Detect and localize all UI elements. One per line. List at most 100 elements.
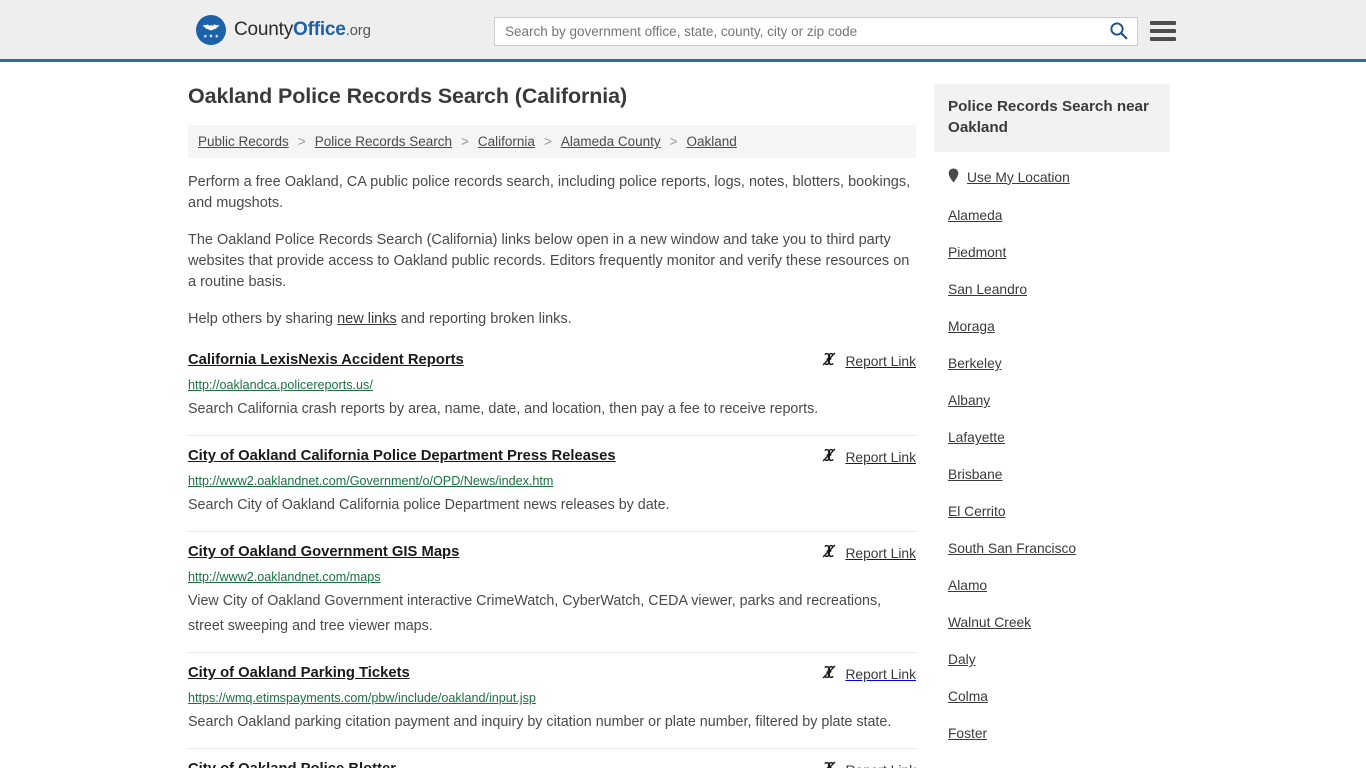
sidebar-item-piedmont[interactable]: Piedmont <box>948 234 1156 271</box>
sidebar-link-alameda[interactable]: Alameda <box>948 208 1002 223</box>
sidebar: Police Records Search near Oakland Use M… <box>934 84 1170 752</box>
search-button[interactable] <box>1099 18 1137 45</box>
sidebar-link-berkeley[interactable]: Berkeley <box>948 356 1002 371</box>
sidebar-link-brisbane[interactable]: Brisbane <box>948 467 1002 482</box>
brand-part-county: County <box>234 18 294 40</box>
result-url[interactable]: https://wmq.etimspayments.com/pbw/includ… <box>188 690 916 707</box>
result-item: City of Oakland Police Blotter <box>188 749 916 768</box>
sidebar-link-el-cerrito[interactable]: El Cerrito <box>948 504 1006 519</box>
sidebar-link-walnut-creek[interactable]: Walnut Creek <box>948 615 1031 630</box>
sidebar-link-daly[interactable]: Daly <box>948 652 976 667</box>
report-link-label: Report Link <box>845 763 916 768</box>
result-item: California LexisNexis Accident Reports R… <box>188 346 916 436</box>
broken-link-icon <box>821 351 837 372</box>
results-list: California LexisNexis Accident Reports R… <box>188 346 916 768</box>
sidebar-item-south-san-francisco[interactable]: South San Francisco <box>948 530 1156 567</box>
broken-link-icon <box>821 543 837 564</box>
sidebar-link-colma[interactable]: Colma <box>948 689 988 704</box>
result-title-link[interactable]: City of Oakland Government GIS Maps <box>188 542 459 562</box>
hamburger-menu-icon[interactable] <box>1150 19 1176 43</box>
result-title-link[interactable]: City of Oakland Police Blotter <box>188 759 396 768</box>
intro-text: Perform a free Oakland, CA public police… <box>188 172 916 330</box>
sidebar-item-moraga[interactable]: Moraga <box>948 308 1156 345</box>
breadcrumb-separator: > <box>297 134 306 149</box>
sidebar-link-south-san-francisco[interactable]: South San Francisco <box>948 541 1076 556</box>
breadcrumb: Public Records > Police Records Search >… <box>188 125 916 158</box>
intro-paragraph-3: Help others by sharing new links and rep… <box>188 309 916 330</box>
result-url[interactable]: http://www2.oaklandnet.com/Government/o/… <box>188 473 916 490</box>
intro-p3-before: Help others by sharing <box>188 311 338 327</box>
new-links-link[interactable]: new links <box>337 311 397 327</box>
sidebar-link-san-leandro[interactable]: San Leandro <box>948 282 1027 297</box>
sidebar-link-lafayette[interactable]: Lafayette <box>948 430 1005 445</box>
sidebar-item-foster[interactable]: Foster <box>948 715 1156 752</box>
report-link-button[interactable]: Report Link <box>821 760 916 768</box>
breadcrumb-item-police-records-search[interactable]: Police Records Search <box>315 134 452 149</box>
intro-p3-after: and reporting broken links. <box>396 311 572 327</box>
sidebar-link-albany[interactable]: Albany <box>948 393 990 408</box>
sidebar-item-lafayette[interactable]: Lafayette <box>948 419 1156 456</box>
breadcrumb-item-alameda-county[interactable]: Alameda County <box>561 134 661 149</box>
menu-bar-1 <box>1150 21 1176 25</box>
site-header: CountyOffice.org <box>0 0 1366 62</box>
result-description: Search City of Oakland California police… <box>188 497 670 513</box>
result-title-link[interactable]: California LexisNexis Accident Reports <box>188 350 464 370</box>
sidebar-link-foster[interactable]: Foster <box>948 726 987 741</box>
sidebar-link-piedmont[interactable]: Piedmont <box>948 245 1006 260</box>
broken-link-icon <box>821 760 837 768</box>
result-header: City of Oakland Police Blotter <box>188 759 916 768</box>
nearby-cities-list: Use My Location Alameda Piedmont San Lea… <box>934 152 1170 752</box>
sidebar-item-daly[interactable]: Daly <box>948 641 1156 678</box>
sidebar-link-moraga[interactable]: Moraga <box>948 319 995 334</box>
breadcrumb-item-california[interactable]: California <box>478 134 535 149</box>
result-url[interactable]: http://oaklandca.policereports.us/ <box>188 377 916 394</box>
sidebar-link-alamo[interactable]: Alamo <box>948 578 987 593</box>
sidebar-item-brisbane[interactable]: Brisbane <box>948 456 1156 493</box>
menu-bar-2 <box>1150 29 1176 33</box>
report-link-label: Report Link <box>845 354 916 369</box>
result-description: Search Oakland parking citation payment … <box>188 714 892 730</box>
search-bar <box>494 17 1138 46</box>
result-item: City of Oakland California Police Depart… <box>188 436 916 532</box>
intro-paragraph-1: Perform a free Oakland, CA public police… <box>188 174 911 211</box>
report-link-button[interactable]: Report Link <box>821 664 916 685</box>
sidebar-item-walnut-creek[interactable]: Walnut Creek <box>948 604 1156 641</box>
sidebar-item-colma[interactable]: Colma <box>948 678 1156 715</box>
content-container: Oakland Police Records Search (Californi… <box>188 84 1178 768</box>
breadcrumb-separator: > <box>461 134 469 149</box>
breadcrumb-separator: > <box>669 134 678 149</box>
brand-part-org: .org <box>345 21 371 39</box>
result-description: View City of Oakland Government interact… <box>188 593 882 634</box>
report-link-button[interactable]: Report Link <box>821 543 916 564</box>
report-link-button[interactable]: Report Link <box>821 447 916 468</box>
sidebar-item-berkeley[interactable]: Berkeley <box>948 345 1156 382</box>
sidebar-item-alamo[interactable]: Alamo <box>948 567 1156 604</box>
result-title-link[interactable]: City of Oakland California Police Depart… <box>188 446 616 466</box>
report-link-label: Report Link <box>845 667 916 682</box>
report-link-label: Report Link <box>845 546 916 561</box>
result-header: City of Oakland Parking Tickets Report L… <box>188 663 916 685</box>
breadcrumb-item-oakland: Oakland <box>686 134 737 149</box>
intro-paragraph-2: The Oakland Police Records Search (Calif… <box>188 232 910 290</box>
result-header: City of Oakland Government GIS Maps Repo… <box>188 542 916 564</box>
site-logo[interactable]: CountyOffice.org <box>196 14 371 45</box>
search-input[interactable] <box>495 18 1099 45</box>
broken-link-icon <box>821 664 837 685</box>
search-icon <box>1109 21 1128 43</box>
eagle-seal-logo-icon <box>196 14 226 45</box>
site-logo-text: CountyOffice.org <box>234 19 371 41</box>
result-title-link[interactable]: City of Oakland Parking Tickets <box>188 663 410 683</box>
menu-bar-3 <box>1150 37 1176 41</box>
main-column: Oakland Police Records Search (Californi… <box>188 84 916 768</box>
sidebar-heading: Police Records Search near Oakland <box>934 84 1170 152</box>
result-url[interactable]: http://www2.oaklandnet.com/maps <box>188 569 916 586</box>
sidebar-item-alameda[interactable]: Alameda <box>948 197 1156 234</box>
report-link-button[interactable]: Report Link <box>821 351 916 372</box>
sidebar-item-albany[interactable]: Albany <box>948 382 1156 419</box>
result-item: City of Oakland Parking Tickets Report L… <box>188 653 916 749</box>
sidebar-item-san-leandro[interactable]: San Leandro <box>948 271 1156 308</box>
breadcrumb-item-public-records[interactable]: Public Records <box>198 134 289 149</box>
sidebar-link-use-my-location[interactable]: Use My Location <box>967 170 1070 185</box>
sidebar-item-el-cerrito[interactable]: El Cerrito <box>948 493 1156 530</box>
sidebar-item-use-my-location[interactable]: Use My Location <box>948 152 1156 197</box>
